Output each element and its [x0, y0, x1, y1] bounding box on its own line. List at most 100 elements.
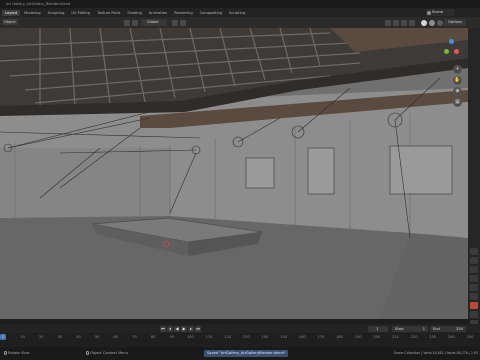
ruler-tick: 130 [242, 335, 250, 339]
timeline-ruler[interactable]: 1 0 10 20 30 40 50 60 70 80 90 100 110 120 130 140 150 1… [0, 333, 480, 347]
end-value: 250 [456, 326, 463, 331]
gizmo-z-axis[interactable] [449, 39, 454, 44]
file-path: Art Gallery_ArtGallery_Blender.blend [0, 0, 480, 8]
tab-animation[interactable]: Animation [146, 10, 170, 16]
orientation-label: Global [147, 20, 159, 24]
world-icon[interactable] [470, 293, 478, 300]
ruler-tick: 70 [132, 335, 137, 339]
ruler-tick: 160 [298, 335, 306, 339]
ruler-tick: 180 [336, 335, 343, 339]
mode-selector[interactable]: Object [2, 19, 18, 25]
material-shading-icon[interactable] [429, 19, 435, 26]
picture-frame-2 [307, 147, 335, 195]
render-icon[interactable] [470, 257, 478, 264]
xray-icon[interactable] [409, 19, 415, 26]
object-props-icon[interactable] [470, 302, 478, 309]
ruler-tick: 150 [280, 335, 288, 339]
blender-window: Art Gallery_ArtGallery_Blender.blend Lay… [0, 0, 480, 360]
snap-icon[interactable] [132, 19, 138, 26]
tab-shading[interactable]: Shading [124, 10, 145, 16]
3d-viewport[interactable] [0, 28, 468, 319]
scene-icon [427, 10, 431, 15]
start-frame-field[interactable]: Start 1 [392, 325, 428, 332]
ruler-tick: 80 [150, 335, 156, 339]
gizmo-x-axis[interactable] [454, 49, 459, 54]
overlay-icon[interactable] [180, 19, 186, 26]
prev-keyframe-icon[interactable]: ◂ [167, 325, 173, 332]
jump-start-icon[interactable]: ⏮ [160, 325, 166, 332]
picture-frame-1 [245, 157, 275, 189]
tab-layout[interactable]: Layout [2, 9, 21, 16]
ruler-tick: 50 [94, 335, 100, 339]
ruler-tick: 10 [20, 335, 25, 339]
status-bar: Rotate View Object Context Menu Saved "A… [0, 347, 480, 360]
ruler-tick: 210 [392, 335, 399, 339]
ruler-tick: 200 [373, 335, 381, 339]
start-label: Start [395, 326, 404, 331]
current-frame-field[interactable]: 1 [368, 325, 388, 332]
scene-props-icon[interactable] [470, 284, 478, 291]
ruler-tick: 120 [224, 335, 232, 339]
output-icon[interactable] [470, 266, 478, 273]
start-value: 1 [422, 326, 425, 331]
ruler-tick: 40 [76, 335, 81, 339]
ruler-tick: 240 [447, 335, 455, 339]
ruler-tick: 60 [113, 335, 119, 339]
workspace-tabs: Layout Modeling Sculpting UV Editing Texture… [0, 8, 480, 17]
overlay-toggle-icon[interactable] [401, 19, 407, 26]
ruler-tick: 230 [429, 335, 437, 339]
zoom-icon[interactable]: + [453, 65, 462, 74]
scene-stats: Scene Collection | Verts:19,482 | Faces:… [393, 351, 478, 355]
saved-message: Saved "ArtGallery_ArtGalleryBlender.blen… [204, 350, 289, 357]
gizmo-toggle-icon[interactable] [393, 19, 399, 26]
left-wall [0, 148, 170, 218]
play-icon[interactable]: ▶ [181, 325, 187, 332]
viewport-header: Object Global Options [0, 17, 480, 28]
tab-uv-editing[interactable]: UV Editing [68, 10, 93, 16]
perspective-toggle-icon[interactable]: ▦ [453, 98, 462, 107]
mouse-icon [86, 351, 89, 355]
tab-sculpting[interactable]: Sculpting [45, 10, 68, 16]
ruler-tick: 190 [354, 335, 362, 339]
status-middle: Object Context Menu [86, 351, 128, 355]
ruler-tick: 20 [38, 335, 44, 339]
visibility-icon[interactable] [385, 19, 391, 26]
scene-selector[interactable]: Scene [426, 9, 454, 16]
orientation-selector[interactable]: Global [141, 19, 167, 26]
end-label: End [433, 326, 440, 331]
ruler-tick: 30 [57, 335, 63, 339]
jump-end-icon[interactable]: ⏭ [195, 325, 201, 332]
ruler-tick: 140 [261, 335, 269, 339]
tab-rendering[interactable]: Rendering [171, 10, 195, 16]
transform-pivot-icon[interactable] [124, 19, 130, 26]
properties-toolstrip [468, 28, 480, 327]
modifier-icon[interactable] [470, 311, 478, 318]
ruler-tick: 90 [169, 335, 175, 339]
camera-view-icon[interactable]: ◉ [453, 87, 462, 96]
rendered-shading-icon[interactable] [437, 19, 443, 26]
status-left: Rotate View [4, 351, 29, 355]
tab-texture-paint[interactable]: Texture Paint [94, 10, 123, 16]
solid-shading-icon[interactable] [421, 19, 427, 26]
ruler-tick: 170 [317, 335, 325, 339]
next-keyframe-icon[interactable]: ▸ [188, 325, 194, 332]
ruler-tick: 100 [186, 335, 194, 339]
tab-scripting[interactable]: Scripting [226, 10, 248, 16]
ruler-tick: 0 [2, 335, 6, 339]
end-frame-field[interactable]: End 250 [430, 325, 466, 332]
gizmo-y-axis[interactable] [444, 49, 449, 54]
ruler-tick: 220 [410, 335, 418, 339]
view-layer-icon[interactable] [470, 275, 478, 282]
play-reverse-icon[interactable]: ◀ [174, 325, 180, 332]
timeline-controls: ⏮ ◂ ◀ ▶ ▸ ⏭ 1 Start 1 End 250 [0, 324, 480, 333]
tool-icon[interactable] [470, 248, 478, 255]
tab-modeling[interactable]: Modeling [21, 10, 43, 16]
mouse-icon [4, 351, 7, 355]
gallery-scene [0, 28, 468, 319]
options-button[interactable]: Options [444, 19, 466, 26]
proportional-edit-icon[interactable] [172, 19, 178, 26]
ruler-tick: 110 [205, 335, 213, 339]
pan-icon[interactable]: ✋ [453, 76, 462, 85]
tab-compositing[interactable]: Compositing [197, 10, 226, 16]
ruler-tick: 250 [466, 335, 474, 339]
